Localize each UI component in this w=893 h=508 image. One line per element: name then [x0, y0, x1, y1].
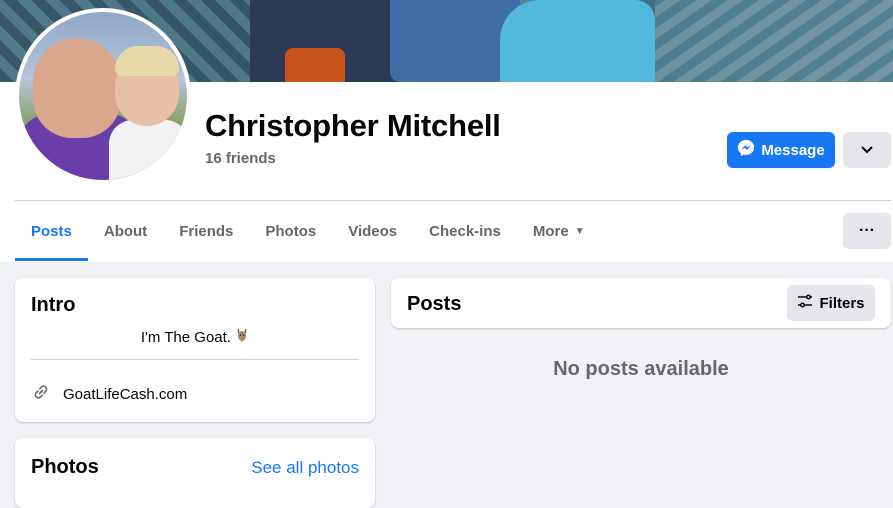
- intro-website-link[interactable]: GoatLifeCash.com: [31, 382, 187, 406]
- messenger-icon: [737, 139, 755, 161]
- caret-down-icon: ▼: [574, 225, 585, 237]
- tab-friends[interactable]: Friends: [163, 201, 249, 261]
- profile-name: Christopher Mitchell: [205, 108, 501, 143]
- friends-count[interactable]: 16 friends: [205, 150, 276, 167]
- message-button[interactable]: Message: [727, 132, 835, 168]
- tab-more[interactable]: More ▼: [517, 201, 601, 261]
- website-url[interactable]: GoatLifeCash.com: [63, 386, 187, 403]
- tab-photos[interactable]: Photos: [249, 201, 332, 261]
- posts-title: Posts: [407, 293, 462, 315]
- link-icon: [31, 382, 51, 406]
- intro-bio: I'm The Goat.: [15, 328, 375, 346]
- intro-card: Intro I'm The Goat. GoatLifeCash.com: [15, 278, 375, 422]
- tab-videos[interactable]: Videos: [332, 201, 413, 261]
- intro-divider: [31, 359, 359, 360]
- goat-icon: [235, 328, 249, 346]
- see-all-photos-link[interactable]: See all photos: [251, 458, 359, 478]
- tab-about[interactable]: About: [88, 201, 163, 261]
- intro-title: Intro: [31, 294, 76, 316]
- profile-options-button[interactable]: [843, 132, 891, 168]
- filters-label: Filters: [819, 294, 865, 312]
- photos-title: Photos: [31, 456, 99, 478]
- tab-check-ins[interactable]: Check-ins: [413, 201, 517, 261]
- sliders-icon: [797, 293, 813, 313]
- profile-tabs: Posts About Friends Photos Videos Check-…: [15, 201, 601, 261]
- more-options-button[interactable]: ···: [843, 213, 891, 249]
- filters-button[interactable]: Filters: [787, 285, 875, 321]
- profile-header: Christopher Mitchell 16 friends Message …: [0, 0, 893, 262]
- no-posts-message: No posts available: [553, 358, 729, 380]
- posts-card: Posts Filters: [391, 278, 891, 328]
- tab-posts[interactable]: Posts: [15, 201, 88, 261]
- ellipsis-icon: ···: [859, 222, 875, 239]
- profile-avatar[interactable]: [15, 8, 191, 184]
- photos-card: Photos See all photos: [15, 438, 375, 508]
- message-label: Message: [761, 141, 825, 159]
- chevron-down-icon: [861, 141, 873, 159]
